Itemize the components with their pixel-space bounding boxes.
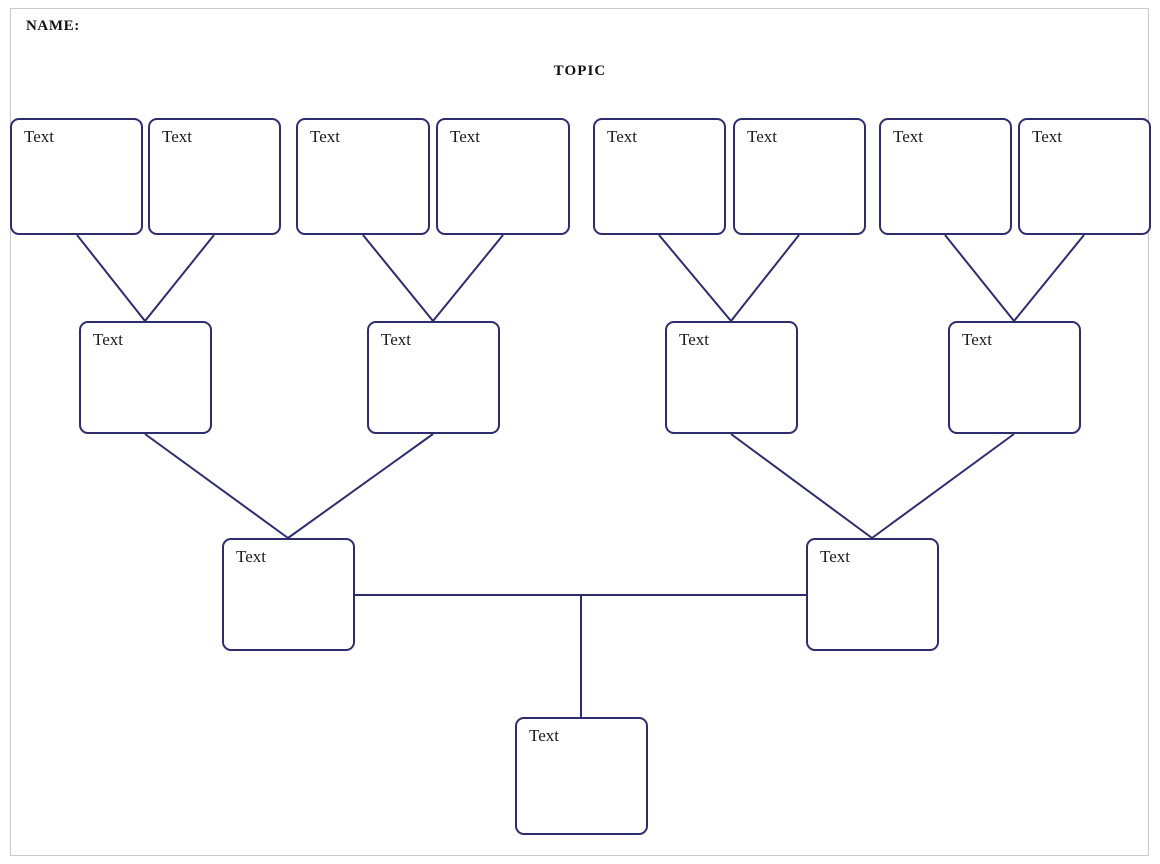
- node-box-g2-4[interactable]: Text: [948, 321, 1081, 434]
- node-label: Text: [962, 330, 992, 349]
- connector-g1-1-to-g2-1: [76, 234, 146, 322]
- node-box-g4-1[interactable]: Text: [515, 717, 648, 835]
- node-label: Text: [747, 127, 777, 146]
- node-label: Text: [820, 547, 850, 566]
- node-label: Text: [236, 547, 266, 566]
- connector-g1-8-to-g2-4: [1013, 234, 1085, 322]
- connector-g1-5-to-g2-3: [658, 234, 732, 322]
- node-label: Text: [93, 330, 123, 349]
- connector-g2-3-to-g3-2: [730, 433, 873, 539]
- node-label: Text: [381, 330, 411, 349]
- node-box-g1-1[interactable]: Text: [10, 118, 143, 235]
- node-label: Text: [679, 330, 709, 349]
- connector-g2-4-to-g3-2: [871, 433, 1015, 539]
- node-box-g1-5[interactable]: Text: [593, 118, 726, 235]
- node-box-g3-2[interactable]: Text: [806, 538, 939, 651]
- node-label: Text: [529, 726, 559, 745]
- node-label: Text: [162, 127, 192, 146]
- connector-g1-2-to-g2-1: [144, 234, 215, 322]
- connector-g2-1-to-g3-1: [144, 433, 289, 539]
- node-label: Text: [893, 127, 923, 146]
- connector-g1-4-to-g2-2: [432, 234, 504, 322]
- node-label: Text: [450, 127, 480, 146]
- node-box-g3-1[interactable]: Text: [222, 538, 355, 651]
- node-box-g1-7[interactable]: Text: [879, 118, 1012, 235]
- node-box-g1-8[interactable]: Text: [1018, 118, 1151, 235]
- connector-g1-6-to-g2-3: [730, 234, 800, 322]
- connector-g1-7-to-g2-4: [944, 234, 1015, 322]
- connector-g2-2-to-g3-1: [287, 433, 434, 539]
- genogram-worksheet: NAME: TOPIC Text Text Text Text Text Text Text…: [0, 0, 1160, 864]
- node-box-g1-2[interactable]: Text: [148, 118, 281, 235]
- node-label: Text: [1032, 127, 1062, 146]
- node-box-g1-6[interactable]: Text: [733, 118, 866, 235]
- node-box-g2-2[interactable]: Text: [367, 321, 500, 434]
- connector-g1-3-to-g2-2: [362, 234, 434, 322]
- node-label: Text: [24, 127, 54, 146]
- node-box-g2-1[interactable]: Text: [79, 321, 212, 434]
- node-box-g2-3[interactable]: Text: [665, 321, 798, 434]
- node-box-g1-3[interactable]: Text: [296, 118, 430, 235]
- node-label: Text: [607, 127, 637, 146]
- node-label: Text: [310, 127, 340, 146]
- node-box-g1-4[interactable]: Text: [436, 118, 570, 235]
